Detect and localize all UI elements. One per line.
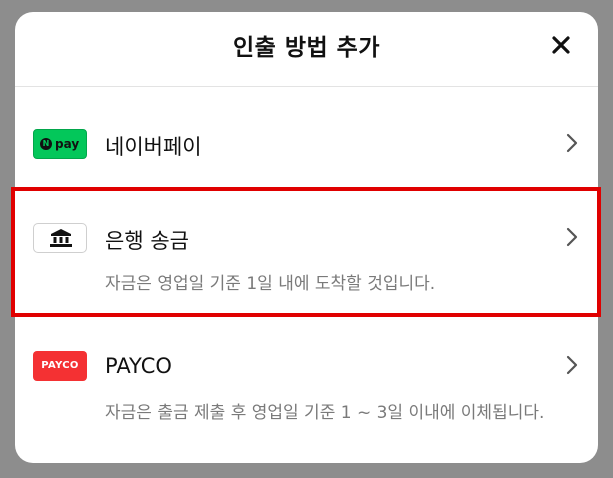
npay-logo-mark: N [40, 138, 52, 150]
method-item-payco[interactable]: PAYCO PAYCO 자금은 출금 제출 후 영업일 기준 1 ~ 3일 이내… [15, 334, 598, 463]
close-button[interactable] [548, 32, 574, 58]
payco-logo: PAYCO [33, 351, 87, 381]
method-item-npay[interactable]: N pay 네이버페이 [15, 114, 598, 176]
npay-logo: N pay [33, 129, 87, 159]
sheet-title: 인출 방법 추가 [233, 35, 380, 61]
method-description: 자금은 영업일 기준 1일 내에 도착할 것입니다. [105, 274, 436, 294]
method-name: 네이버페이 [105, 135, 202, 159]
chevron-right-icon [566, 133, 578, 153]
add-withdrawal-method-sheet: 인출 방법 추가 N pay 네이버페이 은행 송금 자금은 영업일 기준 1일… [15, 12, 598, 463]
sheet-header: 인출 방법 추가 [15, 12, 598, 87]
chevron-right-icon [566, 355, 578, 375]
npay-logo-text: pay [55, 137, 80, 151]
close-icon [552, 36, 570, 54]
bank-logo [33, 223, 87, 253]
chevron-right-icon [566, 227, 578, 247]
method-name: PAYCO [105, 354, 172, 378]
bank-icon [50, 229, 72, 247]
method-item-bank-transfer[interactable]: 은행 송금 자금은 영업일 기준 1일 내에 도착할 것입니다. [15, 188, 598, 314]
method-name: 은행 송금 [105, 229, 189, 253]
method-description: 자금은 출금 제출 후 영업일 기준 1 ~ 3일 이내에 이체됩니다. [105, 403, 545, 423]
